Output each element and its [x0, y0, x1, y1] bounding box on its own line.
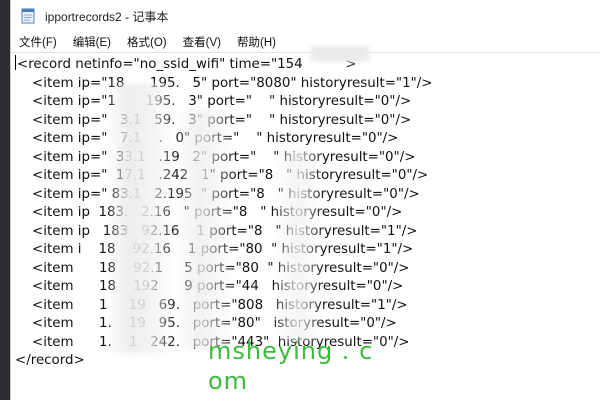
redaction-blur [176, 110, 236, 350]
title-bar[interactable]: ipportrecords2 - 记事本 [11, 0, 600, 32]
text-line: <item ip=" 3.1 59. 3" port=" " historyre… [32, 112, 412, 128]
text-caret [15, 55, 16, 70]
text-line: <item ip=" 7.1 . 0" port=" " historyresu… [32, 131, 399, 146]
watermark-text: msheying . c om [208, 337, 374, 395]
menu-bar: 文件(F) 编辑(E) 格式(O) 查看(V) 帮助(H) [11, 32, 600, 52]
redaction-blur [273, 150, 323, 340]
redaction-blur [107, 84, 177, 354]
menu-format[interactable]: 格式(O) [127, 34, 167, 50]
window-title: ipportrecords2 - 记事本 [45, 9, 169, 24]
menu-edit[interactable]: 编辑(E) [73, 34, 111, 50]
redaction-blur [311, 46, 369, 62]
menu-help[interactable]: 帮助(H) [237, 34, 276, 50]
menu-file[interactable]: 文件(F) [19, 34, 57, 50]
text-line: <record netinfo="no_ssid_wifi" time="154… [15, 55, 357, 72]
text-line: <item ip="18 195. 5" port="8080" history… [15, 75, 433, 91]
notepad-icon [19, 7, 37, 25]
text-line: <item ip="1 195. 3" port=" " historyresu… [15, 94, 412, 109]
menu-view[interactable]: 查看(V) [183, 34, 221, 50]
